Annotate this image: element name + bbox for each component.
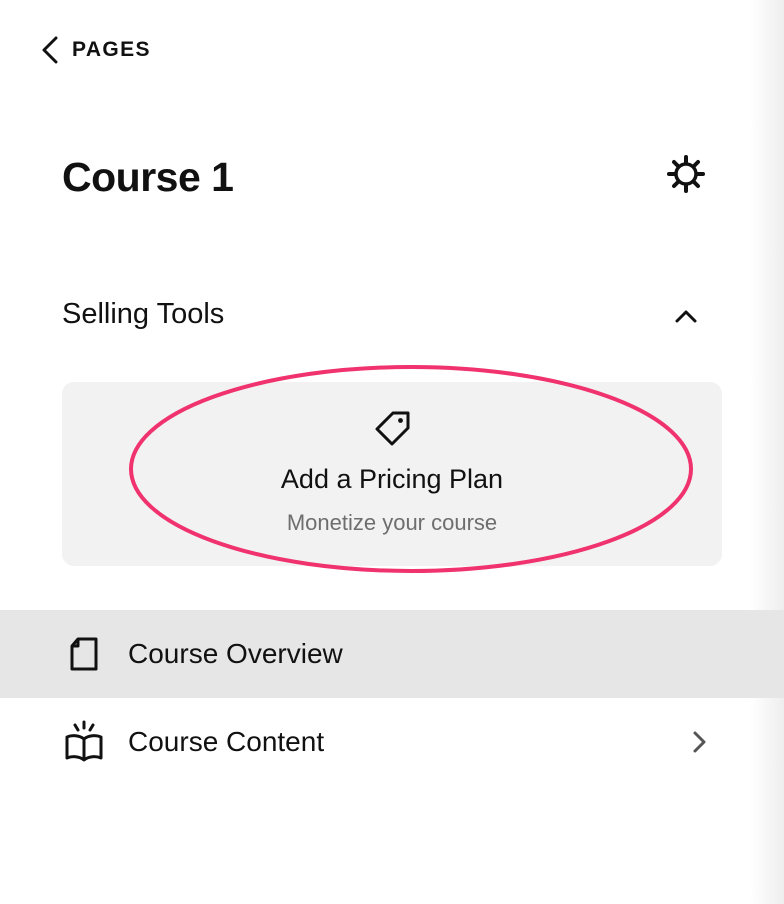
nav-item-course-content[interactable]: Course Content <box>0 698 784 786</box>
selling-tools-heading: Selling Tools <box>62 298 225 330</box>
chevron-right-icon <box>686 728 714 756</box>
chevron-left-icon <box>42 36 58 64</box>
page-title: Course 1 <box>62 154 234 200</box>
price-tag-icon <box>375 411 410 446</box>
back-link-label: PAGES <box>72 38 151 61</box>
open-book-icon <box>60 718 108 766</box>
add-pricing-plan-card[interactable]: Add a Pricing Plan Monetize your course <box>62 382 722 566</box>
page-icon <box>60 630 108 678</box>
page-settings-button[interactable] <box>664 152 708 196</box>
back-to-pages-link[interactable]: PAGES <box>38 34 151 66</box>
course-page-panel: PAGES Course 1 Selling Tools Add a Prici… <box>0 0 784 904</box>
nav-item-course-overview[interactable]: Course Overview <box>0 610 784 698</box>
pricing-card-title: Add a Pricing Plan <box>280 464 504 494</box>
selling-tools-collapse-button[interactable] <box>668 298 704 334</box>
gear-icon <box>667 155 705 193</box>
nav-item-label: Course Content <box>128 726 325 757</box>
nav-item-label: Course Overview <box>128 638 343 669</box>
pricing-card-subtitle: Monetize your course <box>286 510 498 535</box>
chevron-up-icon <box>675 310 697 323</box>
